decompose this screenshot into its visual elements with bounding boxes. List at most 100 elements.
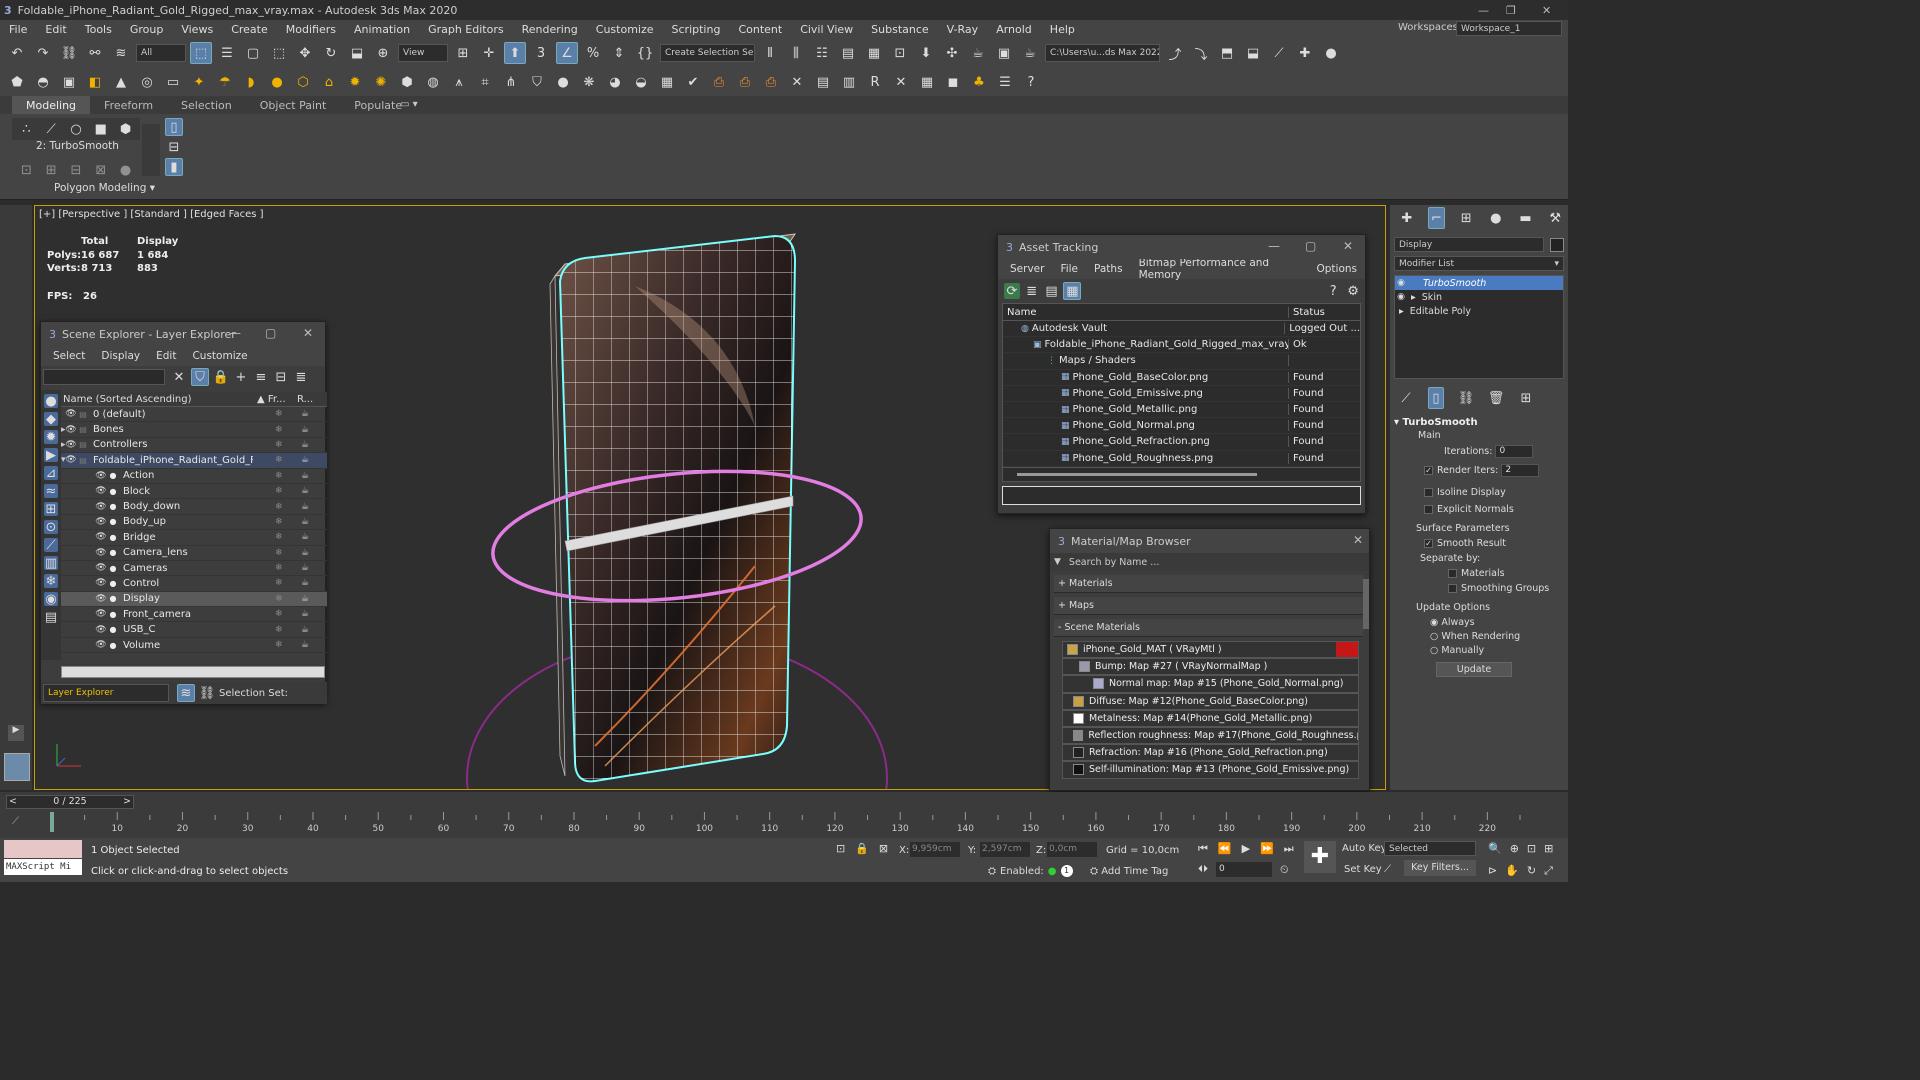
pin-stack-icon[interactable]: ⟋ <box>1398 387 1414 409</box>
filter-icon[interactable]: ⛉ <box>191 368 209 386</box>
make-unique-icon[interactable]: ⛓ <box>1458 387 1475 409</box>
create-tab-icon[interactable]: ✚ <box>1398 207 1416 229</box>
freeze-icon[interactable]: ❄ <box>275 502 283 512</box>
tab-modeling[interactable]: Modeling <box>12 96 91 114</box>
render-icon[interactable]: ☕ <box>301 425 309 435</box>
eye-icon[interactable]: 👁 <box>95 502 107 512</box>
tree-icon[interactable]: ♣ <box>968 71 990 93</box>
menu-graph-editors[interactable]: Graph Editors <box>419 23 513 36</box>
menu-create[interactable]: Create <box>222 23 277 36</box>
material-tree-item[interactable]: iPhone_Gold_MAT ( VRayMtl ) <box>1062 641 1359 659</box>
eye-icon[interactable]: 👁 <box>65 409 77 419</box>
material-tree-item[interactable]: Reflection roughness: Map #17(Phone_Gold… <box>1062 726 1359 745</box>
orbit-icon[interactable]: ↻ <box>1527 864 1536 878</box>
object-row[interactable]: 👁 ● Action ❄ ☕ <box>61 469 327 484</box>
time-cursor[interactable] <box>50 812 54 832</box>
display-bones-icon[interactable]: ⟋ <box>44 538 58 553</box>
eye-icon[interactable]: 👁 <box>95 563 107 573</box>
place-icon[interactable]: ⊕ <box>372 42 394 64</box>
key-mode-toggle-icon[interactable]: ⟋ <box>1384 864 1391 875</box>
select-object-icon[interactable]: ⬚ <box>190 42 212 64</box>
geosphere-icon[interactable]: ● <box>266 71 288 93</box>
eye-icon[interactable]: 👁 <box>95 640 107 650</box>
rendered-frame-icon[interactable]: ☕ <box>967 42 989 64</box>
layer-row[interactable]: ▾👁▤Foldable_iPhone_Radiant_Gold_Rigged❄☕ <box>61 453 327 469</box>
freeze-icon[interactable]: ❄ <box>275 532 283 542</box>
search-input[interactable]: Search by Name ... <box>1069 557 1159 568</box>
z-coordinate-field[interactable]: 0,0cm <box>1047 842 1097 857</box>
help-icon[interactable]: ? <box>1325 280 1341 302</box>
field-of-view-icon[interactable]: ⊳ <box>1488 864 1497 878</box>
settings-icon[interactable]: ⚙ <box>1345 280 1361 302</box>
section-header-0[interactable]: + Materials <box>1054 575 1363 593</box>
material-tree-item[interactable]: Bump: Map #27 ( VRayNormalMap ) <box>1062 658 1359 676</box>
edge-icon[interactable]: ⟋ <box>41 118 62 140</box>
cone-icon[interactable]: ▲ <box>110 71 132 93</box>
browser-options-icon[interactable]: ▼ <box>1054 557 1061 567</box>
freeze-icon[interactable]: ❄ <box>275 409 283 419</box>
layer-row[interactable]: ▸ 👁 ▤ Bones ❄ ☕ <box>61 422 327 438</box>
object-row[interactable]: 👁 ● Block ❄ ☕ <box>61 484 327 500</box>
render-setup-icon[interactable]: ✣ <box>941 42 963 64</box>
expand-sidebar-icon[interactable]: ▶ <box>8 725 24 741</box>
table-icon[interactable]: ▤ <box>812 71 834 93</box>
freeze-icon[interactable]: ❄ <box>275 440 283 450</box>
render-iterative-icon[interactable]: ☕ <box>1019 42 1041 64</box>
grass-icon[interactable]: ⋔ <box>500 71 522 93</box>
phone-model[interactable] <box>558 234 797 783</box>
column-name-header[interactable]: Name (Sorted Ascending) <box>61 394 257 405</box>
curve-editor-icon[interactable]: ▦ <box>863 42 885 64</box>
list-view-icon[interactable]: ≣ <box>1024 280 1040 302</box>
freeze-icon[interactable]: ❄ <box>275 625 283 635</box>
display-frozen-icon[interactable]: ❄ <box>44 574 58 589</box>
adaptive-degradation-icon[interactable]: ⛭ <box>988 866 996 877</box>
selection-set-toggle-icon[interactable]: ⛓ <box>199 682 216 704</box>
torus-icon[interactable]: ◎ <box>136 71 158 93</box>
particles-icon[interactable]: ❋ <box>578 71 600 93</box>
render-icon[interactable]: ☕ <box>301 578 309 588</box>
eye-icon[interactable]: 👁 <box>95 578 107 588</box>
cylinder-icon[interactable]: ◧ <box>84 71 106 93</box>
display-shapes-icon[interactable]: ◆ <box>44 412 58 427</box>
render-icon[interactable]: ☕ <box>301 486 309 496</box>
tools-icon[interactable]: ✕ <box>786 71 808 93</box>
stack-remove-icon[interactable]: ⊠ <box>90 159 111 181</box>
modifier-tool-icon[interactable]: ⟋ <box>1268 42 1290 64</box>
zoom-extents-all-icon[interactable]: ⊞ <box>1544 842 1553 855</box>
separate-smoothing-checkbox[interactable] <box>1448 584 1457 593</box>
eye-icon[interactable]: ◉ <box>1395 292 1407 302</box>
object-row[interactable]: 👁 ● Control ❄ ☕ <box>61 576 327 592</box>
unlink-icon[interactable]: ⚯ <box>84 42 106 64</box>
stack-item-skin[interactable]: ◉ ▸ Skin <box>1395 290 1563 304</box>
minimize-button[interactable]: — <box>229 326 241 340</box>
isolate-icon[interactable]: ⊡ <box>836 842 845 855</box>
maximize-viewport-icon[interactable]: ⤢ <box>1544 864 1553 878</box>
materials-icon[interactable]: ◒ <box>630 71 652 93</box>
asset-row[interactable]: ▦ Phone_Gold_BaseColor.png Found <box>1003 370 1360 386</box>
paint-icon[interactable]: ◕ <box>604 71 626 93</box>
render-icon[interactable]: ☕ <box>301 609 309 619</box>
asset-path-field[interactable] <box>1002 485 1361 505</box>
manually-radio[interactable]: ○ <box>1430 645 1438 656</box>
render-iters-checkbox[interactable]: ✓ <box>1424 466 1433 475</box>
project-folder-icon[interactable]: ⤵ <box>1190 42 1212 64</box>
menu-civil-view[interactable]: Civil View <box>791 23 862 36</box>
goto-start-icon[interactable]: ⏮ <box>1198 842 1208 856</box>
expand-arrow-icon[interactable]: ▸ <box>1411 292 1416 303</box>
angle-snap-icon[interactable]: ∠ <box>556 42 578 64</box>
isoline-checkbox[interactable] <box>1424 488 1433 497</box>
iterations-spinner[interactable]: 0 <box>1495 445 1534 458</box>
plane-icon[interactable]: ▭ <box>162 71 184 93</box>
display-cameras-icon[interactable]: ▶ <box>44 448 58 463</box>
freeze-icon[interactable]: ❄ <box>275 455 283 465</box>
column-frozen-header[interactable]: ▲ Fr... <box>257 394 297 405</box>
freeze-icon[interactable]: ❄ <box>275 594 283 604</box>
auto-key-button[interactable]: Auto Key <box>1342 843 1387 854</box>
frame-buffer-2-icon[interactable]: ⎙ <box>760 71 782 93</box>
x-coordinate-field[interactable]: 9,959cm <box>910 842 960 857</box>
eye-icon[interactable]: 👁 <box>95 609 107 619</box>
teapot-icon[interactable]: ⬟ <box>6 71 28 93</box>
named-selection-dropdown[interactable]: Create Selection Se <box>660 44 755 62</box>
material-browser-titlebar[interactable]: 3 Material/Map Browser ✕ <box>1050 529 1369 553</box>
explorer-menu-edit[interactable]: Edit <box>148 350 184 362</box>
